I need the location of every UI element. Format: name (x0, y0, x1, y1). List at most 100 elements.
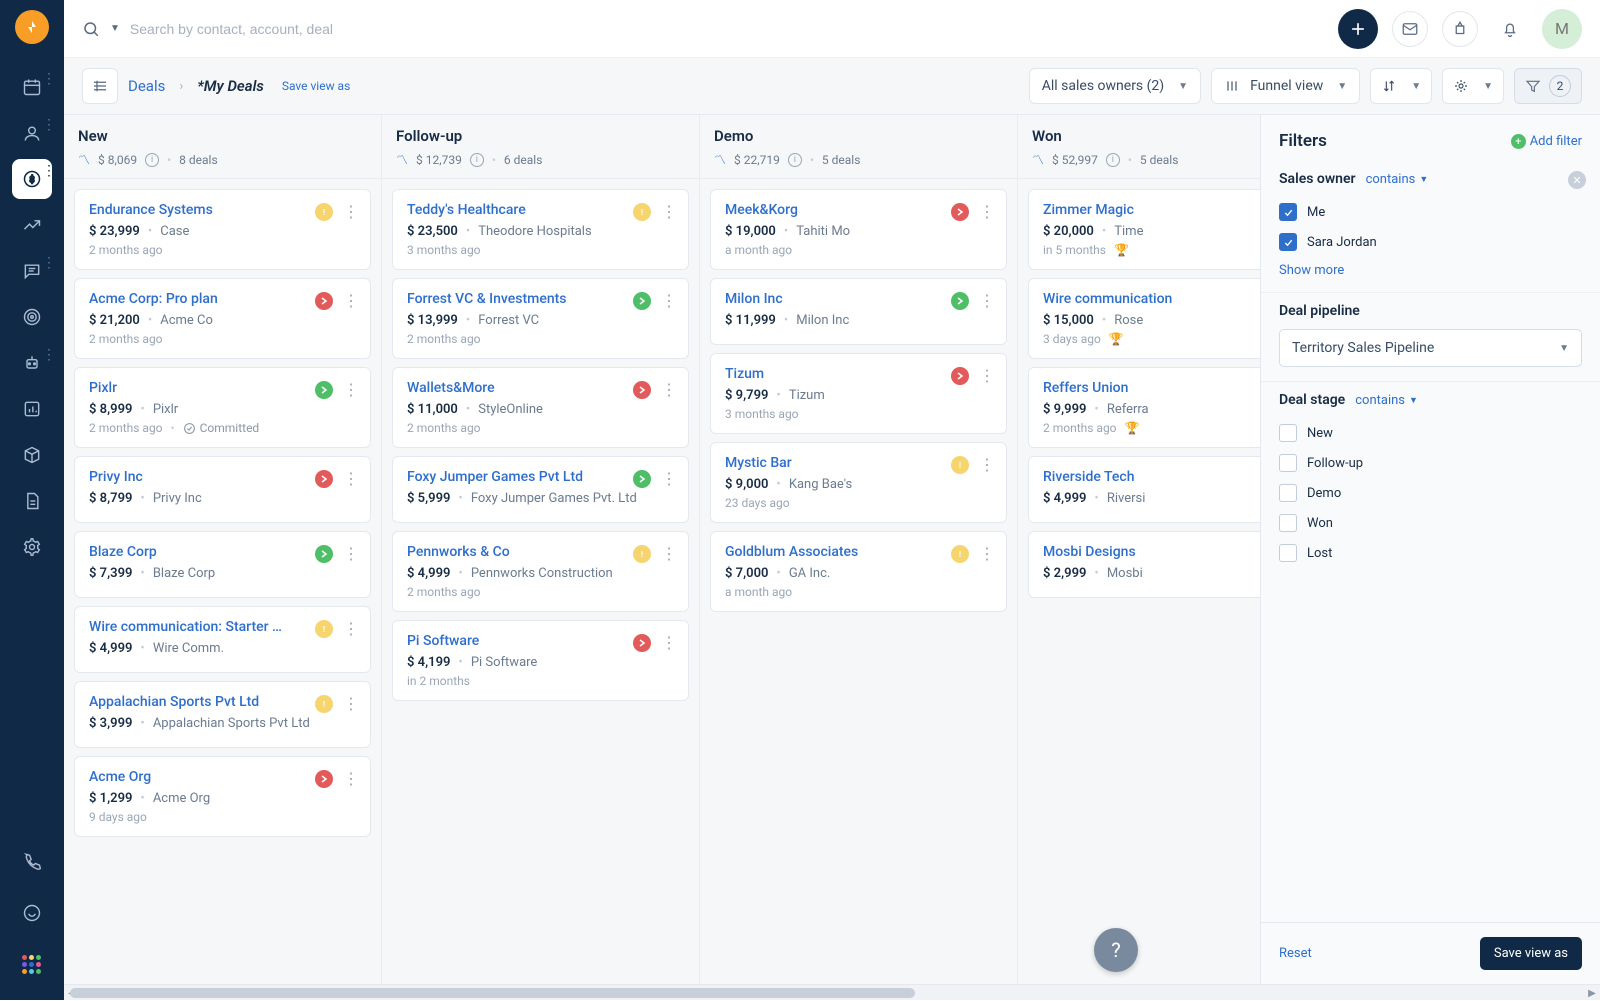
card-menu-icon[interactable]: ⋮ (661, 380, 678, 399)
deal-card[interactable]: ⋮Blaze Corp$ 7,399•Blaze Corp (74, 531, 371, 598)
deal-title[interactable]: Pennworks & Co (407, 544, 607, 560)
column-body[interactable]: !⋮Teddy's Healthcare$ 23,500•Theodore Ho… (382, 179, 699, 719)
deal-title[interactable]: Wire communication: Starter … (89, 619, 289, 635)
sidebar-item-chat[interactable] (12, 893, 52, 933)
deal-title[interactable]: Forrest VC & Investments (407, 291, 607, 307)
sidebar-item-apps[interactable] (12, 945, 52, 985)
checkbox[interactable] (1279, 454, 1297, 472)
view-list-icon[interactable] (82, 68, 118, 104)
deal-title[interactable]: Meek&Korg (725, 202, 925, 218)
notifications-icon[interactable] (1492, 11, 1528, 47)
deal-title[interactable]: Zimmer Magic (1043, 202, 1243, 218)
card-menu-icon[interactable]: ⋮ (343, 202, 360, 221)
card-menu-icon[interactable]: ⋮ (343, 544, 360, 563)
sidebar-item-settings[interactable] (12, 527, 52, 567)
pipeline-select[interactable]: Territory Sales Pipeline▼ (1279, 329, 1582, 367)
deal-card[interactable]: ⋮Wire communication$ 15,000•Rose3 days a… (1028, 278, 1260, 359)
deal-card[interactable]: ⋮Tizum$ 9,799•Tizum3 months ago (710, 353, 1007, 434)
checkbox[interactable] (1279, 203, 1297, 221)
column-body[interactable]: ⋮Zimmer Magic$ 20,000•Timein 5 months 🏆⋮… (1018, 179, 1260, 616)
info-icon[interactable]: i (470, 153, 484, 167)
deal-title[interactable]: Acme Corp: Pro plan (89, 291, 289, 307)
deal-card[interactable]: !⋮Appalachian Sports Pvt Ltd$ 3,999•Appa… (74, 681, 371, 748)
card-menu-icon[interactable]: ⋮ (343, 769, 360, 788)
deal-card[interactable]: !⋮Goldblum Associates$ 7,000•GA Inc.a mo… (710, 531, 1007, 612)
show-more-link[interactable]: Show more (1279, 257, 1344, 278)
sidebar-item-calendar[interactable]: ⋮ (12, 67, 52, 107)
card-menu-icon[interactable]: ⋮ (343, 619, 360, 638)
deal-card[interactable]: ⋮Acme Org$ 1,299•Acme Org9 days ago (74, 756, 371, 837)
deal-card[interactable]: ⋮Meek&Korg$ 19,000•Tahiti Moa month ago (710, 189, 1007, 270)
checkbox[interactable] (1279, 544, 1297, 562)
card-menu-icon[interactable]: ⋮ (661, 469, 678, 488)
mail-icon[interactable] (1392, 11, 1428, 47)
deal-title[interactable]: Privy Inc (89, 469, 289, 485)
deal-title[interactable]: Foxy Jumper Games Pvt Ltd (407, 469, 607, 485)
info-icon[interactable]: i (788, 153, 802, 167)
kanban-board[interactable]: New〽$ 8,069 i•8 deals!⋮Endurance Systems… (64, 115, 1260, 984)
column-body[interactable]: !⋮Endurance Systems$ 23,999•Case2 months… (64, 179, 381, 855)
card-menu-icon[interactable]: ⋮ (979, 291, 996, 310)
sidebar-item-conversations[interactable]: ⋮ (12, 251, 52, 291)
card-menu-icon[interactable]: ⋮ (343, 291, 360, 310)
info-icon[interactable]: i (1106, 153, 1120, 167)
card-menu-icon[interactable]: ⋮ (979, 366, 996, 385)
column-body[interactable]: ⋮Meek&Korg$ 19,000•Tahiti Moa month ago … (700, 179, 1017, 630)
deal-title[interactable]: Reffers Union (1043, 380, 1243, 396)
deal-card[interactable]: !⋮Teddy's Healthcare$ 23,500•Theodore Ho… (392, 189, 689, 270)
sidebar-item-contacts[interactable]: ⋮ (12, 113, 52, 153)
deal-card[interactable]: !⋮Mystic Bar$ 9,000•Kang Bae's23 days ag… (710, 442, 1007, 523)
remove-filter-icon[interactable]: ✕ (1568, 171, 1586, 189)
deal-card[interactable]: ⋮Wallets&More$ 11,000•StyleOnline2 month… (392, 367, 689, 448)
deal-card[interactable]: ⋮Reffers Union$ 9,999•Referra2 months ag… (1028, 367, 1260, 448)
filter-op-dropdown[interactable]: contains ▼ (1355, 393, 1418, 408)
deal-title[interactable]: Mystic Bar (725, 455, 925, 471)
card-menu-icon[interactable]: ⋮ (661, 544, 678, 563)
checkbox[interactable] (1279, 514, 1297, 532)
deal-card[interactable]: ⋮Milon Inc$ 11,999•Milon Inc (710, 278, 1007, 345)
card-menu-icon[interactable]: ⋮ (343, 469, 360, 488)
sidebar-item-analytics[interactable] (12, 205, 52, 245)
avatar[interactable]: M (1542, 9, 1582, 49)
deal-title[interactable]: Wallets&More (407, 380, 607, 396)
deal-card[interactable]: ⋮Privy Inc$ 8,799•Privy Inc (74, 456, 371, 523)
deal-title[interactable]: Endurance Systems (89, 202, 289, 218)
card-menu-icon[interactable]: ⋮ (343, 380, 360, 399)
checkbox[interactable] (1279, 233, 1297, 251)
deal-card[interactable]: !⋮Wire communication: Starter …$ 4,999•W… (74, 606, 371, 673)
sidebar-item-reports[interactable] (12, 389, 52, 429)
deal-title[interactable]: Wire communication (1043, 291, 1243, 307)
deal-title[interactable]: Acme Org (89, 769, 289, 785)
deal-card[interactable]: ⋮Mosbi Designs$ 2,999•Mosbi (1028, 531, 1260, 598)
help-button[interactable]: ? (1094, 928, 1138, 972)
sidebar-item-phone[interactable] (12, 841, 52, 881)
breadcrumb-deals[interactable]: Deals (128, 77, 165, 95)
deal-title[interactable]: Goldblum Associates (725, 544, 925, 560)
horizontal-scrollbar[interactable]: ◀▶ (64, 984, 1600, 1000)
search-dropdown-caret[interactable]: ▼ (110, 23, 120, 34)
sort-dropdown[interactable]: ▼ (1370, 68, 1432, 104)
card-menu-icon[interactable]: ⋮ (343, 694, 360, 713)
card-menu-icon[interactable]: ⋮ (661, 633, 678, 652)
deal-title[interactable]: Teddy's Healthcare (407, 202, 607, 218)
deal-card[interactable]: ⋮Forrest VC & Investments$ 13,999•Forres… (392, 278, 689, 359)
checkbox[interactable] (1279, 484, 1297, 502)
deal-card[interactable]: ⋮Acme Corp: Pro plan$ 21,200•Acme Co2 mo… (74, 278, 371, 359)
app-logo[interactable] (15, 10, 49, 44)
save-view-button[interactable]: Save view as (1480, 937, 1582, 970)
add-filter-button[interactable]: +Add filter (1511, 134, 1582, 149)
filter-button[interactable]: 2 (1514, 68, 1582, 104)
add-button[interactable] (1338, 9, 1378, 49)
card-menu-icon[interactable]: ⋮ (661, 202, 678, 221)
search-input[interactable] (130, 21, 430, 37)
filter-op-dropdown[interactable]: contains ▼ (1366, 172, 1429, 187)
deal-title[interactable]: Blaze Corp (89, 544, 289, 560)
sidebar-item-documents[interactable] (12, 481, 52, 521)
deal-card[interactable]: ⋮Pi Software$ 4,199•Pi Softwarein 2 mont… (392, 620, 689, 701)
sidebar-item-deals[interactable]: $⋮ (12, 159, 52, 199)
deal-title[interactable]: Tizum (725, 366, 925, 382)
info-icon[interactable]: i (145, 153, 159, 167)
search-icon[interactable] (82, 20, 100, 38)
sidebar-item-goals[interactable] (12, 297, 52, 337)
deal-card[interactable]: ⋮Pixlr$ 8,999•Pixlr2 months ago•Committe… (74, 367, 371, 448)
